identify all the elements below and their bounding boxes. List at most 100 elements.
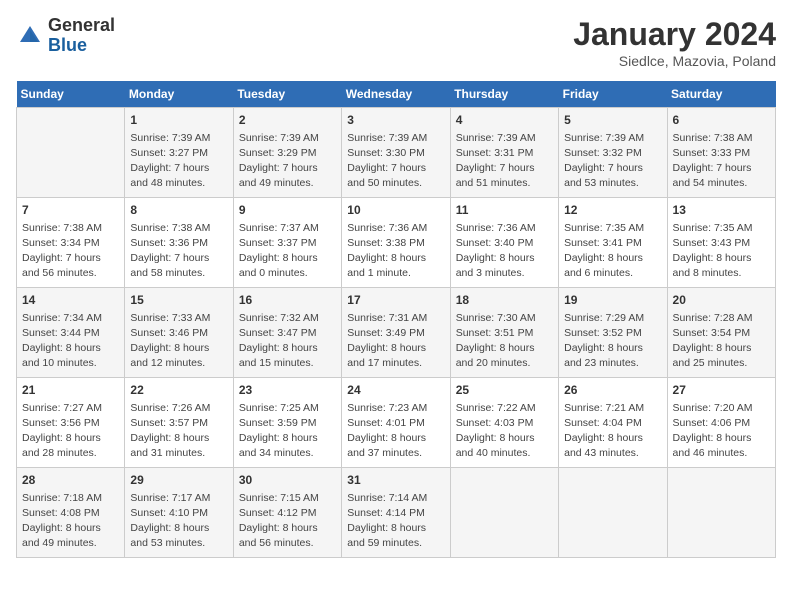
day-number: 15 (130, 292, 227, 309)
day-info: Sunrise: 7:38 AM Sunset: 3:36 PM Dayligh… (130, 221, 227, 282)
calendar-cell: 31 Sunrise: 7:14 AM Sunset: 4:14 PM Dayli… (342, 468, 450, 558)
column-header-wednesday: Wednesday (342, 81, 450, 108)
calendar-week-row: 14 Sunrise: 7:34 AM Sunset: 3:44 PM Dayli… (17, 288, 776, 378)
day-info: Sunrise: 7:29 AM Sunset: 3:52 PM Dayligh… (564, 311, 661, 372)
day-number: 6 (673, 112, 770, 129)
day-number: 24 (347, 382, 444, 399)
calendar-cell: 30 Sunrise: 7:15 AM Sunset: 4:12 PM Dayli… (233, 468, 341, 558)
day-info: Sunrise: 7:28 AM Sunset: 3:54 PM Dayligh… (673, 311, 770, 372)
day-number: 3 (347, 112, 444, 129)
day-number: 27 (673, 382, 770, 399)
day-info: Sunrise: 7:14 AM Sunset: 4:14 PM Dayligh… (347, 491, 444, 552)
day-info: Sunrise: 7:38 AM Sunset: 3:33 PM Dayligh… (673, 131, 770, 192)
day-info: Sunrise: 7:38 AM Sunset: 3:34 PM Dayligh… (22, 221, 119, 282)
column-header-saturday: Saturday (667, 81, 775, 108)
logo-icon (16, 22, 44, 50)
calendar-cell (17, 108, 125, 198)
calendar-cell: 21 Sunrise: 7:27 AM Sunset: 3:56 PM Dayli… (17, 378, 125, 468)
day-number: 19 (564, 292, 661, 309)
calendar-cell: 14 Sunrise: 7:34 AM Sunset: 3:44 PM Dayli… (17, 288, 125, 378)
calendar-cell: 8Sunrise: 7:38 AM Sunset: 3:36 PM Daylig… (125, 198, 233, 288)
day-info: Sunrise: 7:17 AM Sunset: 4:10 PM Dayligh… (130, 491, 227, 552)
day-info: Sunrise: 7:36 AM Sunset: 3:38 PM Dayligh… (347, 221, 444, 282)
calendar-cell: 17Sunrise: 7:31 AM Sunset: 3:49 PM Dayli… (342, 288, 450, 378)
calendar-cell: 1 Sunrise: 7:39 AM Sunset: 3:27 PM Daylig… (125, 108, 233, 198)
logo-general: General (48, 16, 115, 36)
day-number: 31 (347, 472, 444, 489)
logo-blue: Blue (48, 36, 115, 56)
day-info: Sunrise: 7:20 AM Sunset: 4:06 PM Dayligh… (673, 401, 770, 462)
day-number: 30 (239, 472, 336, 489)
day-number: 1 (130, 112, 227, 129)
calendar-week-row: 21 Sunrise: 7:27 AM Sunset: 3:56 PM Dayli… (17, 378, 776, 468)
calendar-cell: 22 Sunrise: 7:26 AM Sunset: 3:57 PM Dayli… (125, 378, 233, 468)
column-header-tuesday: Tuesday (233, 81, 341, 108)
column-header-thursday: Thursday (450, 81, 558, 108)
day-number: 25 (456, 382, 553, 399)
calendar-week-row: 7Sunrise: 7:38 AM Sunset: 3:34 PM Daylig… (17, 198, 776, 288)
day-info: Sunrise: 7:26 AM Sunset: 3:57 PM Dayligh… (130, 401, 227, 462)
day-info: Sunrise: 7:33 AM Sunset: 3:46 PM Dayligh… (130, 311, 227, 372)
title-block: January 2024 Siedlce, Mazovia, Poland (573, 16, 776, 69)
day-info: Sunrise: 7:39 AM Sunset: 3:27 PM Dayligh… (130, 131, 227, 192)
day-number: 21 (22, 382, 119, 399)
day-info: Sunrise: 7:18 AM Sunset: 4:08 PM Dayligh… (22, 491, 119, 552)
day-info: Sunrise: 7:35 AM Sunset: 3:41 PM Dayligh… (564, 221, 661, 282)
day-info: Sunrise: 7:31 AM Sunset: 3:49 PM Dayligh… (347, 311, 444, 372)
day-info: Sunrise: 7:39 AM Sunset: 3:29 PM Dayligh… (239, 131, 336, 192)
day-number: 18 (456, 292, 553, 309)
calendar-cell: 19 Sunrise: 7:29 AM Sunset: 3:52 PM Dayli… (559, 288, 667, 378)
day-number: 29 (130, 472, 227, 489)
day-number: 4 (456, 112, 553, 129)
calendar-cell: 16 Sunrise: 7:32 AM Sunset: 3:47 PM Dayli… (233, 288, 341, 378)
calendar-cell (450, 468, 558, 558)
day-number: 5 (564, 112, 661, 129)
day-number: 16 (239, 292, 336, 309)
page-title: January 2024 (573, 16, 776, 53)
day-info: Sunrise: 7:39 AM Sunset: 3:31 PM Dayligh… (456, 131, 553, 192)
calendar-cell: 11Sunrise: 7:36 AM Sunset: 3:40 PM Dayli… (450, 198, 558, 288)
calendar-week-row: 1 Sunrise: 7:39 AM Sunset: 3:27 PM Daylig… (17, 108, 776, 198)
day-number: 9 (239, 202, 336, 219)
calendar-cell: 7Sunrise: 7:38 AM Sunset: 3:34 PM Daylig… (17, 198, 125, 288)
calendar-cell: 3 Sunrise: 7:39 AM Sunset: 3:30 PM Daylig… (342, 108, 450, 198)
day-info: Sunrise: 7:39 AM Sunset: 3:30 PM Dayligh… (347, 131, 444, 192)
day-number: 12 (564, 202, 661, 219)
calendar-cell: 26 Sunrise: 7:21 AM Sunset: 4:04 PM Dayli… (559, 378, 667, 468)
calendar-cell (667, 468, 775, 558)
logo: General Blue (16, 16, 115, 56)
calendar-cell: 27 Sunrise: 7:20 AM Sunset: 4:06 PM Dayli… (667, 378, 775, 468)
day-number: 20 (673, 292, 770, 309)
day-info: Sunrise: 7:22 AM Sunset: 4:03 PM Dayligh… (456, 401, 553, 462)
calendar-cell: 13Sunrise: 7:35 AM Sunset: 3:43 PM Dayli… (667, 198, 775, 288)
day-info: Sunrise: 7:30 AM Sunset: 3:51 PM Dayligh… (456, 311, 553, 372)
day-number: 10 (347, 202, 444, 219)
calendar-cell: 18 Sunrise: 7:30 AM Sunset: 3:51 PM Dayli… (450, 288, 558, 378)
column-header-monday: Monday (125, 81, 233, 108)
day-number: 26 (564, 382, 661, 399)
calendar-header-row: SundayMondayTuesdayWednesdayThursdayFrid… (17, 81, 776, 108)
calendar-cell: 4 Sunrise: 7:39 AM Sunset: 3:31 PM Daylig… (450, 108, 558, 198)
day-info: Sunrise: 7:34 AM Sunset: 3:44 PM Dayligh… (22, 311, 119, 372)
day-info: Sunrise: 7:32 AM Sunset: 3:47 PM Dayligh… (239, 311, 336, 372)
calendar-cell: 15 Sunrise: 7:33 AM Sunset: 3:46 PM Dayli… (125, 288, 233, 378)
day-info: Sunrise: 7:39 AM Sunset: 3:32 PM Dayligh… (564, 131, 661, 192)
calendar-week-row: 28Sunrise: 7:18 AM Sunset: 4:08 PM Dayli… (17, 468, 776, 558)
day-info: Sunrise: 7:15 AM Sunset: 4:12 PM Dayligh… (239, 491, 336, 552)
calendar-cell: 25 Sunrise: 7:22 AM Sunset: 4:03 PM Dayli… (450, 378, 558, 468)
day-info: Sunrise: 7:21 AM Sunset: 4:04 PM Dayligh… (564, 401, 661, 462)
calendar-cell: 5 Sunrise: 7:39 AM Sunset: 3:32 PM Daylig… (559, 108, 667, 198)
calendar-cell: 24Sunrise: 7:23 AM Sunset: 4:01 PM Dayli… (342, 378, 450, 468)
column-header-sunday: Sunday (17, 81, 125, 108)
day-info: Sunrise: 7:27 AM Sunset: 3:56 PM Dayligh… (22, 401, 119, 462)
day-number: 14 (22, 292, 119, 309)
day-number: 11 (456, 202, 553, 219)
day-number: 13 (673, 202, 770, 219)
calendar-cell: 2 Sunrise: 7:39 AM Sunset: 3:29 PM Daylig… (233, 108, 341, 198)
calendar-cell: 10 Sunrise: 7:36 AM Sunset: 3:38 PM Dayli… (342, 198, 450, 288)
day-number: 2 (239, 112, 336, 129)
day-number: 22 (130, 382, 227, 399)
calendar-cell: 6 Sunrise: 7:38 AM Sunset: 3:33 PM Daylig… (667, 108, 775, 198)
calendar-cell: 23Sunrise: 7:25 AM Sunset: 3:59 PM Dayli… (233, 378, 341, 468)
page-header: General Blue January 2024 Siedlce, Mazov… (16, 16, 776, 69)
